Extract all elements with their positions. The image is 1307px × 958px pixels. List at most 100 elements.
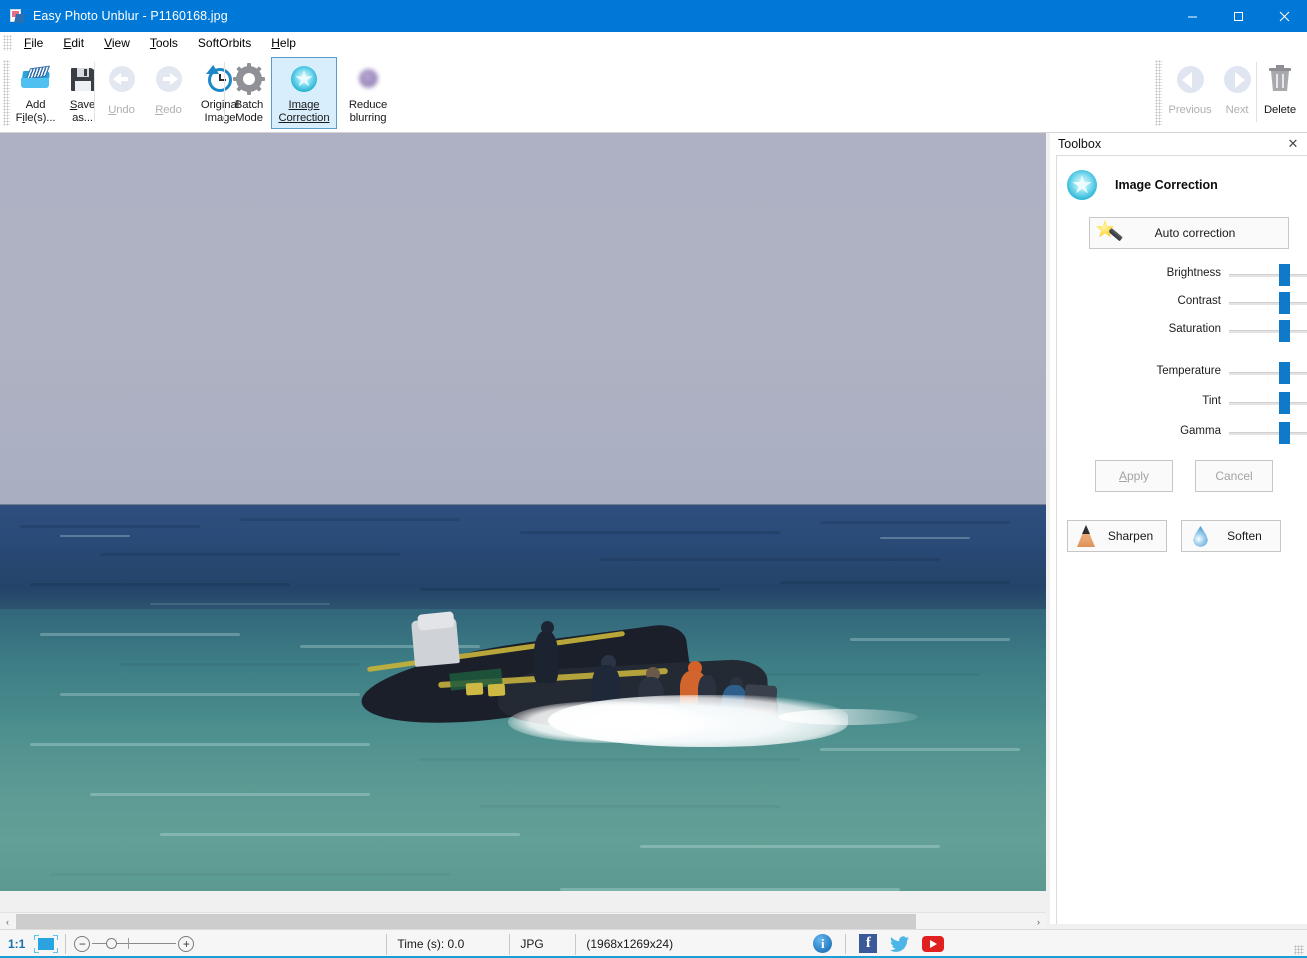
cancel-button[interactable]: Cancel	[1195, 460, 1273, 492]
maximize-button[interactable]	[1215, 0, 1261, 32]
photo-boat	[358, 613, 798, 748]
toolbox-body: Image Correction Auto correction Brightn…	[1056, 155, 1307, 924]
menu-item-edit[interactable]: Edit	[53, 34, 94, 52]
reduce-blurring-button[interactable]: Reduce blurring	[337, 57, 399, 129]
close-button[interactable]	[1261, 0, 1307, 32]
image-canvas[interactable]	[0, 133, 1046, 891]
sharpen-button[interactable]: Sharpen	[1067, 520, 1167, 552]
toolbar-grip[interactable]	[3, 60, 10, 126]
slider-track-brightness[interactable]	[1229, 274, 1307, 277]
batch-mode-label-2: Mode	[235, 112, 263, 124]
sharpen-label: Sharpen	[1099, 529, 1162, 543]
auto-correction-button[interactable]: Auto correction	[1089, 217, 1289, 249]
previous-button[interactable]: Previous	[1163, 57, 1217, 129]
toolbox-close-icon[interactable]: ✕	[1285, 136, 1301, 152]
status-field-time: Time (s): 0.0	[386, 934, 509, 955]
info-icon-glyph: i	[813, 934, 832, 953]
menu-grip[interactable]	[3, 35, 12, 51]
add-files-button[interactable]: Add File(s)...	[12, 57, 59, 129]
facebook-icon[interactable]: f	[858, 934, 878, 954]
menu-item-view[interactable]: View	[94, 34, 140, 52]
scrollbar-thumb[interactable]	[16, 914, 916, 929]
previous-label: Previous	[1168, 104, 1211, 117]
horizontal-scrollbar[interactable]: ‹ ›	[0, 912, 1046, 929]
slider-thumb-temperature[interactable]	[1279, 362, 1290, 384]
slider-track-temperature[interactable]	[1229, 372, 1307, 375]
undo-arrow-icon	[106, 63, 138, 95]
toolbar-group-tools: Batch Mode Image Correction Reduce blurr…	[227, 57, 399, 129]
menu-item-edit-rest: dit	[71, 36, 84, 50]
slider-thumb-saturation[interactable]	[1279, 320, 1290, 342]
next-label: Next	[1226, 104, 1249, 117]
slider-row-brightness: Brightness	[1057, 264, 1302, 286]
menu-item-file[interactable]: File	[14, 34, 53, 52]
reduce-blurring-label-1: Reduce	[349, 99, 387, 111]
zoom-in-button[interactable]: +	[178, 936, 194, 952]
title-bar: Easy Photo Unblur - P1160168.jpg	[0, 0, 1307, 32]
slider-row-gamma: Gamma	[1057, 422, 1302, 444]
twitter-icon[interactable]	[890, 934, 910, 954]
menu-item-help-rest: elp	[280, 36, 296, 50]
window-controls	[1169, 0, 1307, 32]
slider-label-saturation: Saturation	[1057, 323, 1221, 335]
slider-track-saturation[interactable]	[1229, 330, 1307, 333]
gem-star-icon	[288, 63, 320, 95]
status-field-dimensions: (1968x1269x24)	[575, 934, 775, 955]
slider-row-contrast: Contrast	[1057, 292, 1302, 314]
apply-button[interactable]: Apply	[1095, 460, 1173, 492]
add-files-label-2: File(s)...	[16, 112, 56, 124]
add-files-icon	[20, 63, 52, 95]
resize-grip[interactable]	[1294, 945, 1304, 955]
slider-label-temperature: Temperature	[1057, 365, 1221, 377]
zoom-slider[interactable]: − +	[74, 933, 194, 955]
blur-blob-icon	[352, 63, 384, 95]
menu-item-help[interactable]: Help	[261, 34, 306, 52]
slider-label-contrast: Contrast	[1057, 295, 1221, 307]
image-correction-label-1: Image	[289, 99, 320, 111]
slider-track-tint[interactable]	[1229, 402, 1307, 405]
slider-thumb-tint[interactable]	[1279, 392, 1290, 414]
menu-item-softorbits[interactable]: SoftOrbits	[188, 34, 261, 52]
slider-track-contrast[interactable]	[1229, 302, 1307, 305]
menu-item-tools-rest: ools	[156, 36, 178, 50]
toolbar-group-navigation: Previous Next	[1163, 57, 1257, 129]
youtube-icon[interactable]	[922, 934, 942, 954]
scroll-left-arrow-icon[interactable]: ‹	[0, 913, 15, 930]
photo-horizon	[0, 504, 1046, 506]
image-correction-button[interactable]: Image Correction	[271, 57, 337, 129]
undo-button[interactable]: Undo	[98, 57, 145, 129]
toolbox-title: Toolbox	[1058, 137, 1101, 151]
auto-correction-label: Auto correction	[1122, 226, 1268, 240]
zoom-slider-handle[interactable]	[106, 938, 117, 949]
delete-button[interactable]: Delete	[1258, 57, 1302, 129]
toolbar-separator-3	[1256, 62, 1257, 122]
image-correction-label-2: Correction	[278, 112, 329, 124]
slider-row-temperature: Temperature	[1057, 362, 1302, 384]
slider-thumb-gamma[interactable]	[1279, 422, 1290, 444]
scroll-right-arrow-icon[interactable]: ›	[1031, 913, 1046, 930]
fit-to-window-icon[interactable]	[33, 934, 59, 954]
chevron-right-circle-icon	[1221, 63, 1253, 95]
gem-star-icon	[1067, 170, 1097, 200]
slider-track-gamma[interactable]	[1229, 432, 1307, 435]
slider-thumb-contrast[interactable]	[1279, 292, 1290, 314]
app-icon	[9, 8, 25, 24]
zoom-out-button[interactable]: −	[74, 936, 90, 952]
info-icon[interactable]: i	[813, 934, 833, 954]
slider-thumb-brightness[interactable]	[1279, 264, 1290, 286]
undo-label: Undo	[108, 104, 135, 116]
soften-button[interactable]: Soften	[1181, 520, 1281, 552]
sharpen-soften-row: Sharpen Soften	[1067, 520, 1281, 552]
menu-item-tools[interactable]: Tools	[140, 34, 188, 52]
toolbar-separator-1	[94, 62, 95, 122]
toolbar-grip-right[interactable]	[1155, 60, 1162, 126]
save-as-label-2: as...	[72, 112, 93, 124]
redo-button[interactable]: Redo	[145, 57, 192, 129]
status-separator-2	[845, 934, 846, 954]
zoom-slider-track[interactable]	[92, 943, 176, 944]
magic-wand-icon	[1096, 220, 1122, 246]
next-button[interactable]: Next	[1217, 57, 1257, 129]
cancel-label: Cancel	[1215, 469, 1252, 483]
minimize-button[interactable]	[1169, 0, 1215, 32]
batch-mode-button[interactable]: Batch Mode	[227, 57, 271, 129]
